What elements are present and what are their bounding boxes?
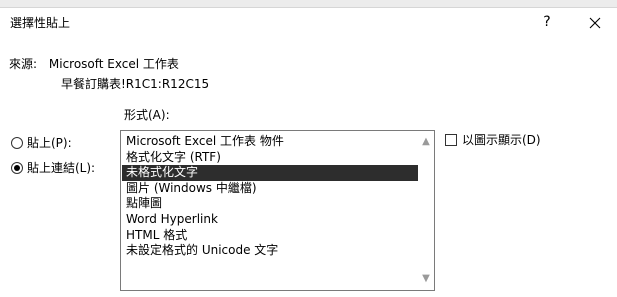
format-list-item[interactable]: Microsoft Excel 工作表 物件	[122, 134, 418, 150]
background-window-strip	[0, 0, 617, 8]
paste-radio[interactable]: 貼上(P):	[11, 134, 72, 151]
source-app: Microsoft Excel 工作表	[48, 57, 179, 71]
source-label: 來源:	[9, 57, 38, 71]
format-label: 形式(A):	[124, 108, 170, 122]
format-list-item[interactable]: Word Hyperlink	[122, 212, 418, 228]
paste-link-radio[interactable]: 貼上連結(L):	[11, 159, 95, 176]
display-as-icon-checkbox[interactable]: 以圖示顯示(D)	[445, 131, 541, 148]
display-as-icon-label: 以圖示顯示(D)	[462, 133, 541, 147]
paste-special-dialog: 選擇性貼上 ? 來源: Microsoft Excel 工作表 早餐訂購表!R1…	[0, 8, 617, 297]
format-list-item[interactable]: 未格式化文字	[122, 165, 418, 181]
format-listbox[interactable]: Microsoft Excel 工作表 物件 格式化文字 (RTF) 未格式化文字圖…	[120, 130, 435, 291]
close-icon	[589, 17, 601, 28]
paste-radio-circle[interactable]	[11, 136, 23, 149]
close-button[interactable]	[583, 12, 607, 32]
format-list-item[interactable]: 點陣圖	[122, 196, 418, 212]
paste-link-radio-label: 貼上連結(L):	[27, 161, 96, 175]
format-list-item[interactable]: 未設定格式的 Unicode 文字	[122, 243, 418, 259]
display-as-icon-box[interactable]	[445, 133, 457, 146]
dialog-title: 選擇性貼上	[10, 16, 71, 30]
format-list-item[interactable]: 圖片 (Windows 中繼檔)	[122, 181, 418, 197]
format-list-item[interactable]: 格式化文字 (RTF)	[122, 150, 418, 166]
scroll-down-icon[interactable]: ▼	[419, 272, 433, 286]
source-row: 來源: Microsoft Excel 工作表	[9, 55, 179, 72]
paste-link-radio-circle[interactable]	[11, 161, 23, 174]
source-reference: 早餐訂購表!R1C1:R12C15	[61, 77, 210, 91]
paste-radio-label: 貼上(P):	[27, 136, 72, 150]
help-button[interactable]: ?	[536, 12, 558, 32]
format-list: Microsoft Excel 工作表 物件 格式化文字 (RTF) 未格式化文字圖…	[122, 134, 418, 259]
format-list-item[interactable]: HTML 格式	[122, 228, 418, 244]
scroll-up-icon[interactable]: ▲	[419, 135, 433, 149]
